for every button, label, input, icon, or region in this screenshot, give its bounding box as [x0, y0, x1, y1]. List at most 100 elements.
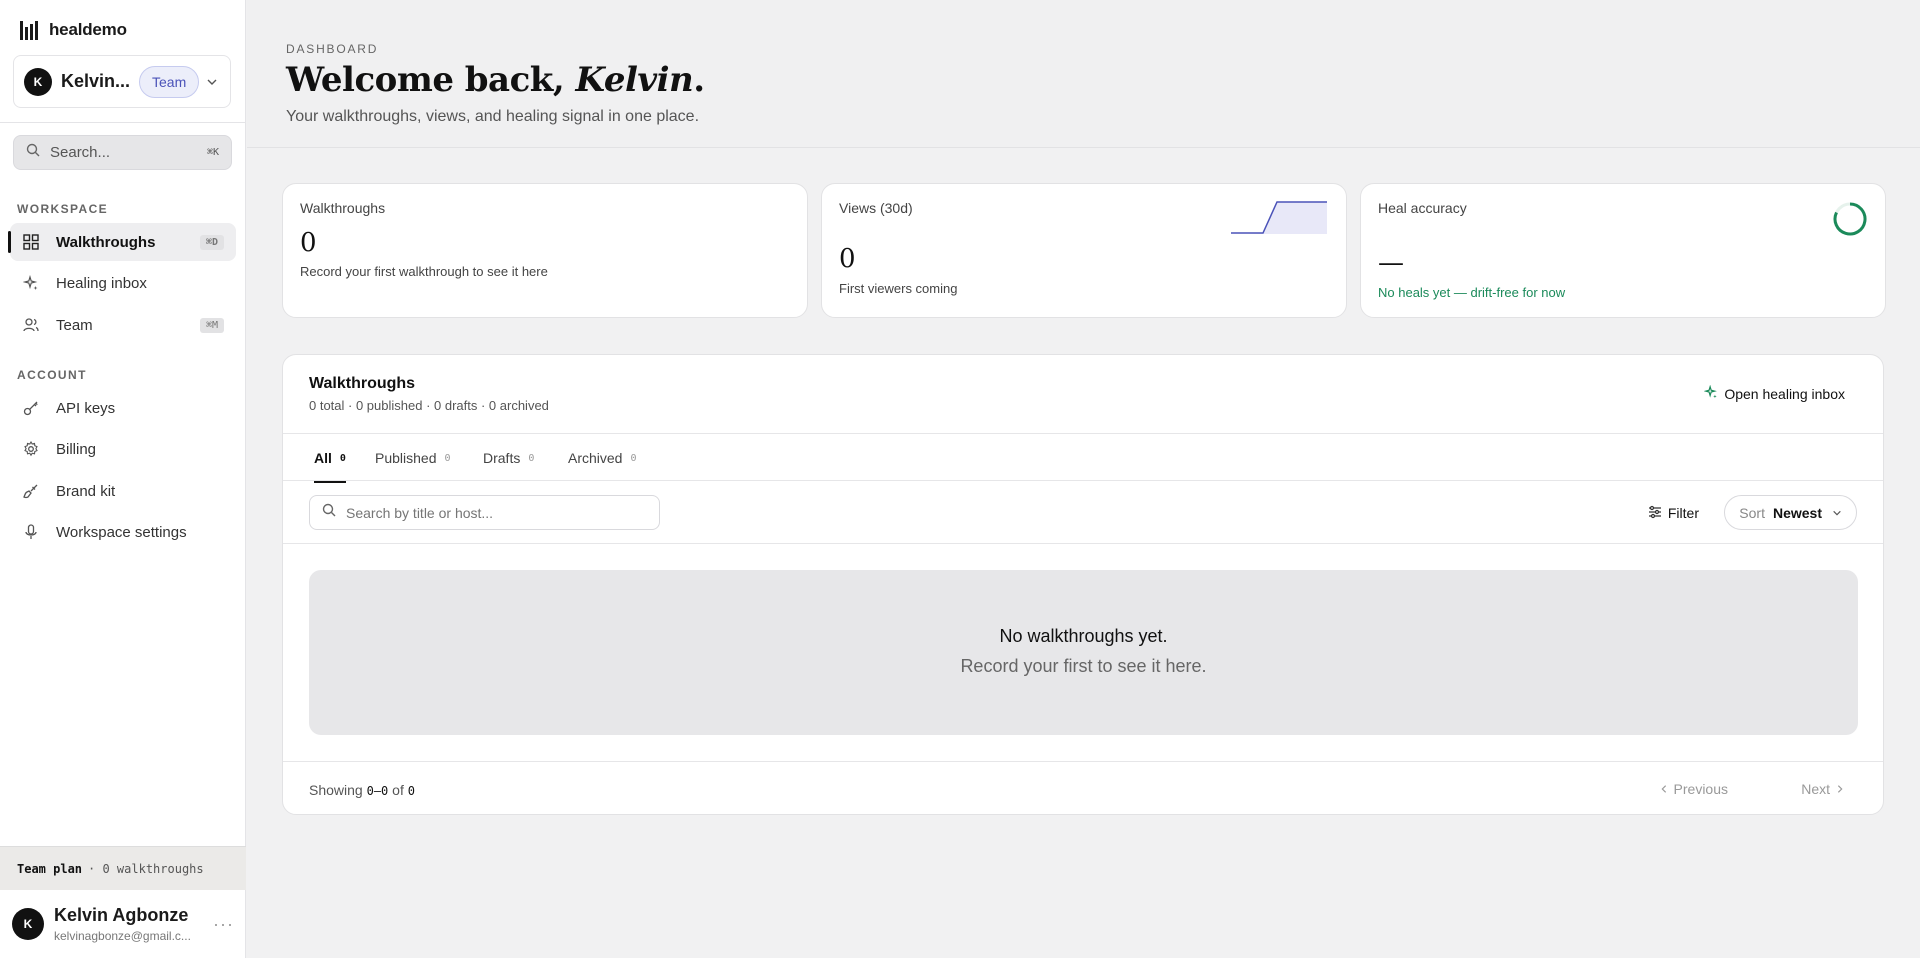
tab-count: 0	[444, 452, 451, 464]
stat-card-views: Views (30d) 0 First viewers coming	[821, 183, 1347, 318]
tab-label: Archived	[568, 450, 623, 466]
pagination-footer: Showing 0–0 of 0 Previous Next	[283, 761, 1883, 814]
key-icon	[22, 399, 40, 417]
gear-icon	[22, 440, 40, 458]
sidebar-item-workspace-settings[interactable]: Workspace settings	[10, 513, 236, 551]
tab-count: 0	[528, 452, 535, 464]
sidebar-item-api-keys[interactable]: API keys	[10, 389, 236, 427]
showing-of: of	[392, 782, 404, 798]
empty-subtitle: Record your first to see it here.	[960, 656, 1207, 676]
brush-icon	[22, 482, 40, 500]
stat-note: No heals yet — drift-free for now	[1378, 285, 1566, 300]
walkthrough-search	[309, 495, 660, 530]
stat-card-walkthroughs: Walkthroughs 0 Record your first walkthr…	[282, 183, 808, 318]
users-icon	[22, 316, 40, 334]
showing-prefix: Showing	[309, 782, 363, 798]
sidebar-item-team[interactable]: Team ⌘M	[10, 306, 236, 344]
welcome-suffix: .	[693, 60, 705, 100]
page-title: Welcome back, Kelvin.	[286, 60, 705, 100]
brand[interactable]: healdemo	[20, 18, 127, 42]
sidebar: healdemo K Kelvin... Team Search... ⌘K W…	[0, 0, 246, 958]
sidebar-search[interactable]: Search... ⌘K	[13, 135, 232, 170]
sort-value: Newest	[1772, 504, 1822, 521]
main-content: DASHBOARD Welcome back, Kelvin. Your wal…	[247, 0, 1920, 958]
plan-name: Team plan	[17, 861, 83, 876]
open-healing-inbox-button[interactable]: Open healing inbox	[1703, 384, 1845, 402]
workspace-name: Kelvin...	[61, 71, 131, 91]
previous-button[interactable]: Previous	[1659, 781, 1728, 797]
stat-value: —	[1378, 248, 1404, 278]
grid-icon	[22, 233, 40, 251]
sidebar-item-label: Billing	[56, 440, 97, 458]
user-info: Kelvin Agbonze kelvinagbonze@gmail.c...	[54, 905, 204, 943]
welcome-prefix: Welcome back,	[286, 60, 576, 100]
tab-published[interactable]: Published 0	[375, 434, 451, 482]
workspace-switcher[interactable]: K Kelvin... Team	[13, 55, 231, 108]
progress-ring-icon	[1833, 202, 1867, 236]
user-email: kelvinagbonze@gmail.c...	[54, 929, 191, 943]
showing-range: 0–0	[366, 784, 389, 798]
filter-button[interactable]: Filter	[1648, 500, 1699, 526]
chevron-down-icon	[1832, 505, 1842, 521]
sidebar-item-brand-kit[interactable]: Brand kit	[10, 472, 236, 510]
user-menu[interactable]: K Kelvin Agbonze kelvinagbonze@gmail.c..…	[0, 890, 246, 958]
next-button[interactable]: Next	[1801, 781, 1845, 797]
sidebar-item-label: Workspace settings	[56, 523, 187, 541]
tab-all[interactable]: All 0	[314, 434, 346, 483]
stat-value: 0	[839, 244, 856, 274]
list-toolbar: Filter Sort Newest	[283, 482, 1883, 544]
plan-bar: Team plan · 0 walkthroughs	[0, 846, 246, 890]
user-name: Kelvin Agbonze	[54, 905, 189, 925]
sparkline-chart	[1231, 201, 1327, 234]
tab-archived[interactable]: Archived 0	[568, 434, 637, 482]
tab-count: 0	[339, 452, 346, 464]
filter-label: Filter	[1667, 505, 1699, 521]
next-label: Next	[1801, 781, 1830, 797]
walkthroughs-panel: Walkthroughs 0 total · 0 published · 0 d…	[282, 354, 1884, 815]
stat-label: Walkthroughs	[300, 200, 386, 216]
empty-title: No walkthroughs yet.	[999, 626, 1168, 646]
panel-stats: 0 total · 0 published · 0 drafts · 0 arc…	[309, 398, 549, 413]
panel-title: Walkthroughs	[309, 375, 416, 392]
sidebar-item-label: Healing inbox	[56, 274, 147, 292]
breadcrumb: DASHBOARD	[286, 42, 379, 56]
open-inbox-label: Open healing inbox	[1724, 385, 1845, 402]
sidebar-item-label: Brand kit	[56, 482, 116, 500]
sort-select[interactable]: Sort Newest	[1724, 495, 1857, 530]
chevron-right-icon	[1835, 781, 1845, 797]
showing-count: Showing 0–0 of 0	[309, 782, 415, 798]
mic-icon	[22, 523, 40, 541]
account-section-label: ACCOUNT	[17, 368, 87, 382]
tab-label: All	[314, 450, 332, 466]
plan-detail: · 0 walkthroughs	[88, 861, 204, 876]
sidebar-item-label: Walkthroughs	[56, 233, 156, 251]
tab-count: 0	[630, 452, 637, 464]
sidebar-item-billing[interactable]: Billing	[10, 430, 236, 468]
showing-total: 0	[407, 784, 415, 798]
shortcut-badge: ⌘M	[199, 317, 224, 333]
stat-label: Heal accuracy	[1378, 200, 1467, 216]
sidebar-item-label: Team	[56, 316, 93, 334]
logo-icon	[20, 20, 39, 40]
avatar: K	[12, 908, 44, 940]
tab-bar: All 0 Published 0 Drafts 0 Archived 0	[283, 433, 1883, 483]
tab-label: Drafts	[483, 450, 521, 466]
sidebar-item-walkthroughs[interactable]: Walkthroughs ⌘D	[8, 223, 236, 261]
sparkle-icon	[22, 274, 40, 292]
search-input[interactable]	[346, 504, 636, 521]
tab-drafts[interactable]: Drafts 0	[483, 434, 534, 482]
workspace-section-label: WORKSPACE	[17, 202, 109, 216]
stat-note: First viewers coming	[839, 281, 958, 296]
previous-label: Previous	[1673, 781, 1728, 797]
welcome-name: Kelvin	[575, 60, 694, 100]
search-shortcut: ⌘K	[206, 147, 219, 158]
plan-badge: Team	[139, 65, 200, 98]
workspace-avatar: K	[24, 67, 52, 96]
sidebar-item-healing-inbox[interactable]: Healing inbox	[10, 264, 236, 302]
stat-value: 0	[300, 228, 317, 258]
more-icon[interactable]: ···	[213, 914, 234, 935]
search-icon	[322, 503, 336, 522]
page-subtitle: Your walkthroughs, views, and healing si…	[286, 108, 700, 125]
page-header: DASHBOARD Welcome back, Kelvin. Your wal…	[247, 0, 1920, 148]
sidebar-divider	[0, 122, 246, 123]
